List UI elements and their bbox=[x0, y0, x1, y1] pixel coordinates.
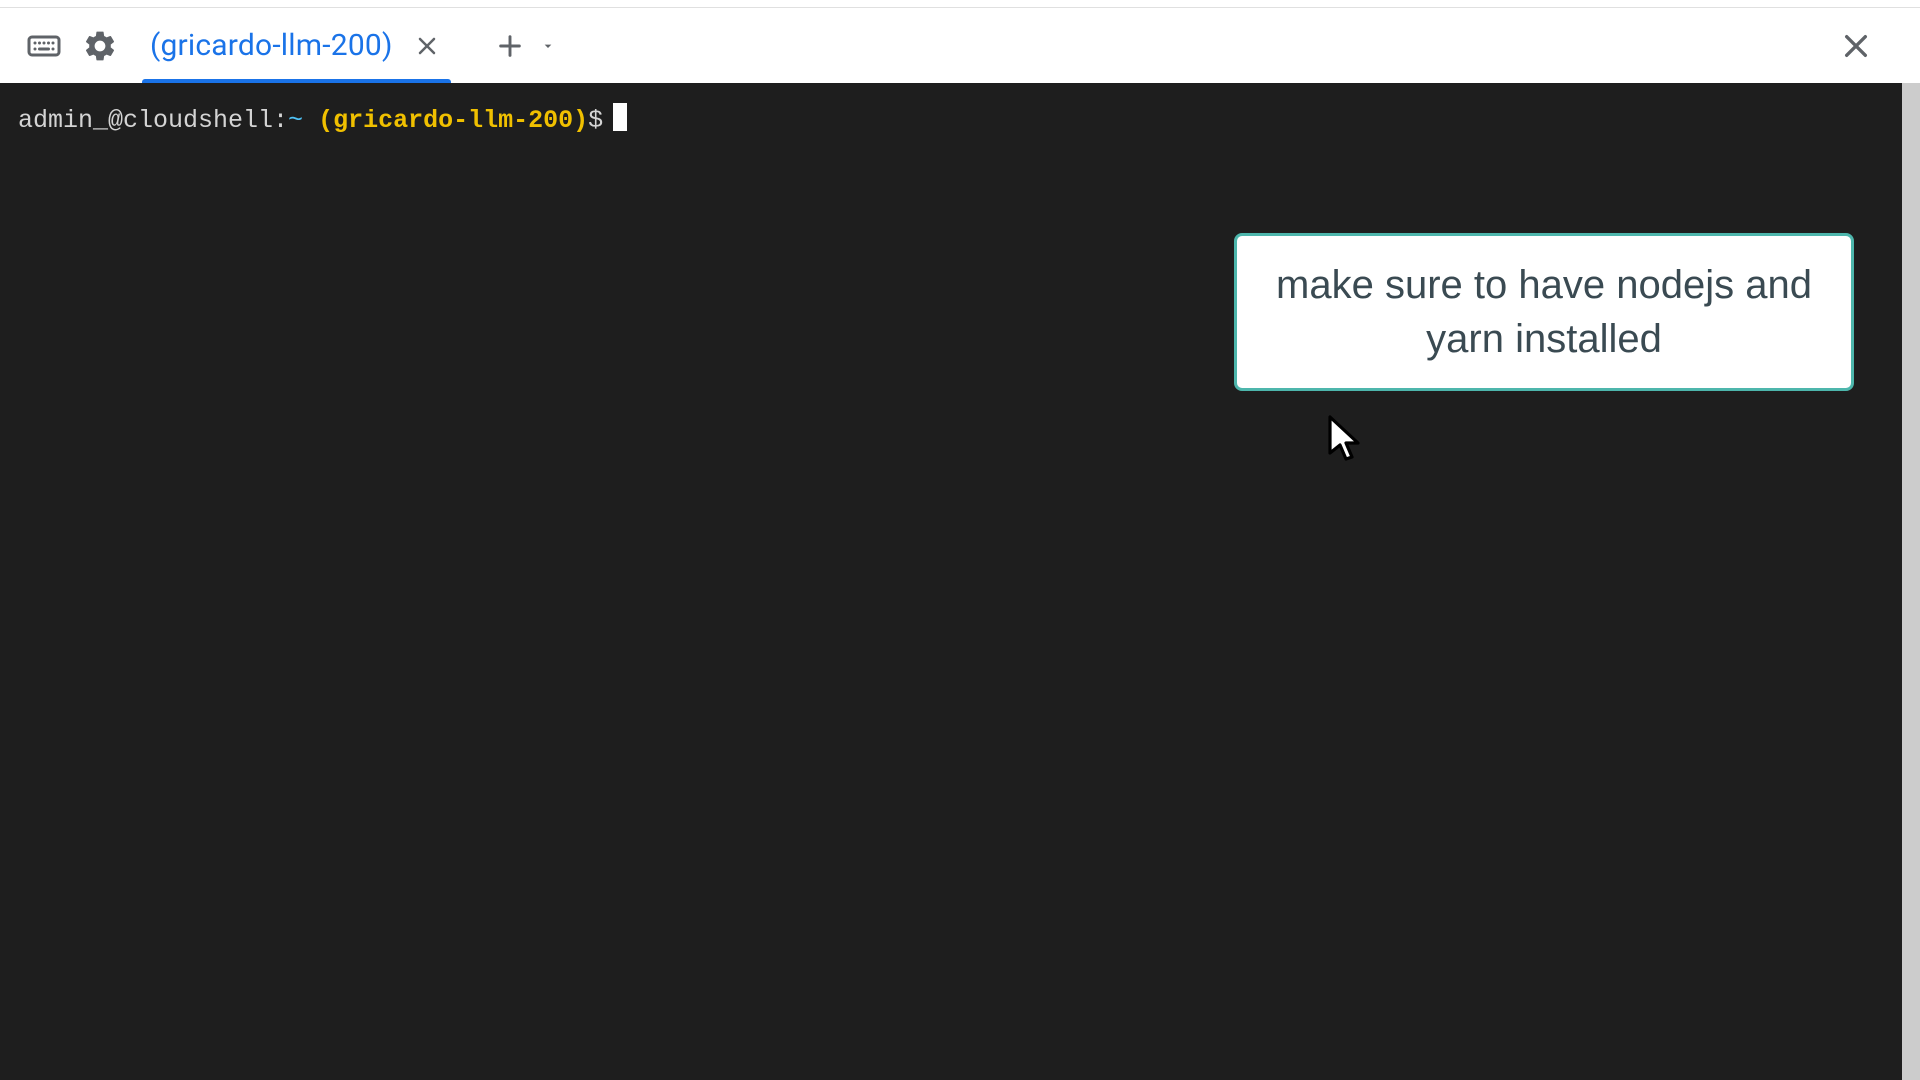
prompt-project: (gricardo-llm-200) bbox=[318, 105, 588, 138]
prompt-space bbox=[303, 105, 318, 138]
terminal-cursor bbox=[613, 103, 627, 131]
prompt-tilde: ~ bbox=[288, 105, 303, 138]
instruction-text: make sure to have nodejs and yarn instal… bbox=[1276, 263, 1812, 361]
terminal-toolbar: (gricardo-llm-200) bbox=[0, 8, 1920, 83]
tab-close-icon[interactable] bbox=[411, 30, 443, 62]
terminal-area[interactable]: admin_@cloudshell:~ (gricardo-llm-200)$ … bbox=[0, 83, 1920, 1080]
keyboard-icon[interactable] bbox=[20, 22, 68, 70]
tab-label: (gricardo-llm-200) bbox=[150, 28, 393, 63]
mouse-cursor-icon bbox=[1325, 413, 1367, 465]
add-tab-button[interactable] bbox=[489, 25, 531, 67]
close-panel-button[interactable] bbox=[1832, 22, 1880, 70]
window-top-border bbox=[0, 0, 1920, 8]
terminal-prompt-line: admin_@cloudshell:~ (gricardo-llm-200)$ bbox=[18, 99, 1884, 138]
prompt-user-host: admin_@cloudshell: bbox=[18, 105, 288, 138]
prompt-symbol: $ bbox=[588, 105, 603, 138]
gear-icon[interactable] bbox=[76, 22, 124, 70]
instruction-callout: make sure to have nodejs and yarn instal… bbox=[1234, 233, 1854, 391]
add-tab-group bbox=[489, 25, 561, 67]
add-tab-dropdown[interactable] bbox=[535, 25, 561, 67]
terminal-tab[interactable]: (gricardo-llm-200) bbox=[132, 8, 461, 83]
